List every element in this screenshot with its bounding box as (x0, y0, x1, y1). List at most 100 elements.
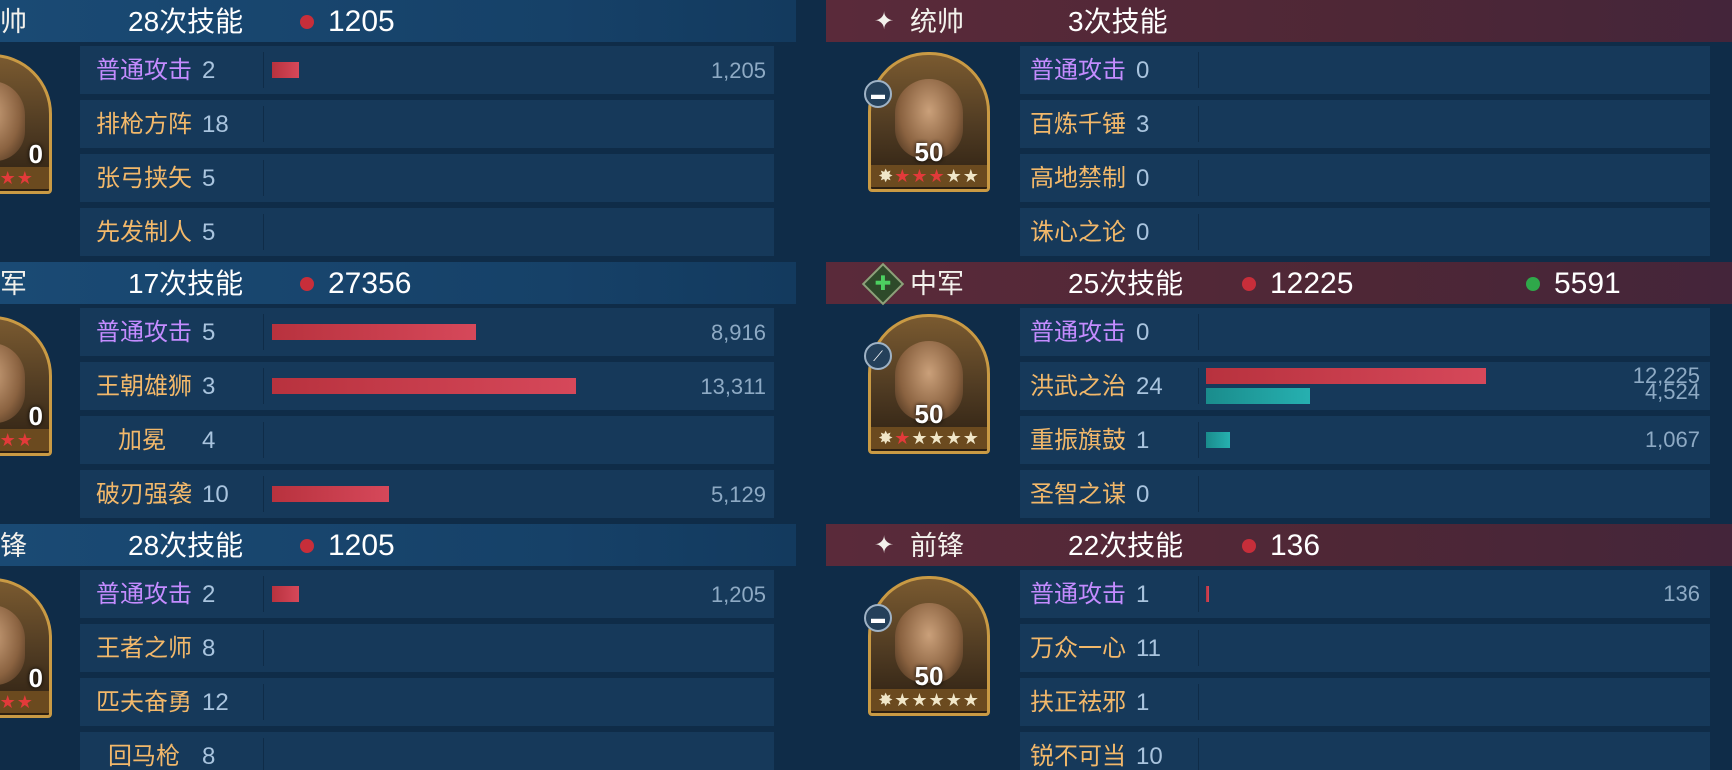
skill-row: 破刃强袭 10 5,129 (80, 470, 774, 518)
skill-row: 回马枪 8 (80, 732, 774, 770)
skill-row: 排枪方阵 18 (80, 100, 774, 148)
tank-icon: ▬ (864, 604, 892, 632)
row-divider (263, 106, 264, 142)
general-portrait[interactable]: 0★★★★★ (0, 578, 52, 718)
skill-row: 百炼千锤 3 (1020, 100, 1710, 148)
skill-name: 破刃强袭 (96, 481, 192, 508)
damage-total: 1205 (300, 0, 395, 42)
star-icon: ★ (945, 428, 963, 448)
general-level: 0 (28, 139, 43, 169)
skill-use-count: 1 (1136, 427, 1150, 454)
damage-total-value: 27356 (328, 267, 412, 300)
skill-use-count: 5 (202, 165, 216, 192)
star-icon: ★ (16, 430, 34, 450)
general-portrait[interactable]: 50 ✸★★★★★ (868, 52, 990, 192)
skill-use-count: 2 (202, 57, 216, 84)
skill-use-count: 5 (202, 219, 216, 246)
skill-name: 回马枪 (108, 743, 180, 770)
skill-row: 普通攻击 5 8,916 (80, 308, 774, 356)
skill-row: 普通攻击 2 1,205 (80, 46, 774, 94)
row-divider (263, 738, 264, 770)
damage-value: 1,205 (710, 582, 766, 607)
star-rating: ✸★★★★★ (871, 165, 987, 187)
general-portrait[interactable]: 0★★★★★ (0, 54, 52, 194)
skill-use-count: 1 (1136, 581, 1150, 608)
star-rating: ★★★★★ (0, 429, 49, 451)
skill-row: 普通攻击 1 136 (1020, 570, 1710, 618)
attack-skill-name: 普通攻击 (1030, 319, 1126, 346)
star-icon: ★ (894, 690, 912, 710)
damage-total-value: 1205 (328, 5, 395, 38)
star-icon: ★ (962, 428, 980, 448)
skill-name: 诛心之论 (1030, 219, 1126, 246)
skill-name: 扶正祛邪 (1030, 689, 1126, 716)
damage-value: 8,916 (710, 320, 766, 345)
skill-count: 3次技能 (1068, 6, 1168, 37)
rank-emblem-icon: ✸ (878, 690, 895, 710)
skill-use-count: 12 (202, 689, 229, 716)
skill-count: 28次技能 (128, 6, 244, 37)
skill-name: 高地禁制 (1030, 165, 1126, 192)
general-portrait[interactable]: 0★★★★★ (0, 316, 52, 456)
general-portrait[interactable]: 50 ✸★★★★★ (868, 576, 990, 716)
damage-bar (272, 378, 576, 394)
skill-name: 王朝雄狮 (96, 373, 192, 400)
skill-use-count: 3 (202, 373, 216, 400)
left-team-panel: 帅28次技能12050★★★★★普通攻击21,205排枪方阵18张弓挟矢5先发制… (0, 0, 796, 770)
general-level: 0 (28, 663, 43, 693)
skill-name: 百炼千锤 (1030, 111, 1126, 138)
row-divider (1198, 214, 1199, 250)
heal-value: 4,524 (1644, 379, 1700, 404)
skill-use-count: 4 (202, 427, 216, 454)
row-divider (1198, 738, 1199, 770)
skill-row: 洪武之治 24 12,225 4,524 (1020, 362, 1710, 410)
skill-row: 普通攻击 0 (1020, 308, 1710, 356)
star-icon: ★ (0, 692, 17, 712)
row-divider (263, 422, 264, 458)
damage-dot-icon (300, 539, 314, 553)
star-icon: ★ (945, 690, 963, 710)
row-divider (1198, 576, 1199, 612)
skill-count: 17次技能 (128, 268, 244, 299)
star-rating: ★★★★★ (0, 167, 49, 189)
skill-row: 张弓挟矢 5 (80, 154, 774, 202)
skill-use-count: 10 (1136, 743, 1163, 770)
row-divider (263, 160, 264, 196)
skill-name: 锐不可当 (1030, 743, 1126, 770)
general-level: 50 (914, 661, 944, 691)
row-divider (1198, 52, 1199, 88)
damage-total: 136 (1242, 524, 1320, 566)
skill-count: 25次技能 (1068, 268, 1184, 299)
row-divider (1198, 630, 1199, 666)
row-divider (263, 684, 264, 720)
damage-total-value: 12225 (1270, 267, 1354, 300)
skill-use-count: 8 (202, 743, 216, 770)
skill-use-count: 0 (1136, 481, 1150, 508)
role-label: 锋 (0, 531, 27, 561)
star-icon: ★ (945, 166, 963, 186)
damage-total: 12225 (1242, 262, 1353, 304)
damage-value: 5,129 (710, 482, 766, 507)
rifle-icon: ⟋ (864, 342, 892, 370)
heal-bar (1206, 432, 1230, 448)
skill-name: 王者之师 (96, 635, 192, 662)
skill-use-count: 0 (1136, 57, 1150, 84)
right-team-panel: ✦ 统帅 3次技能 50 ✸★★★★★ ▬ 普通攻击 0 百炼千锤 3 高地禁制 0 诛心之论 0 ✚ 中军 2… (826, 0, 1732, 770)
skill-name: 张弓挟矢 (96, 165, 192, 192)
star-icon: ★ (911, 690, 929, 710)
heal-total-value: 5591 (1554, 267, 1621, 300)
heal-cross-icon: ✚ (861, 262, 905, 306)
star-icon: ★ (16, 168, 34, 188)
sparkle-icon: ✦ (874, 8, 895, 35)
skill-row: 高地禁制 0 (1020, 154, 1710, 202)
row-divider (1198, 476, 1199, 512)
row-divider (1198, 106, 1199, 142)
right-section-header: ✦ 前锋 22次技能 136 (826, 524, 1732, 566)
general-level: 50 (914, 399, 944, 429)
star-icon: ★ (911, 166, 929, 186)
general-portrait[interactable]: 50 ✸★★★★★ (868, 314, 990, 454)
sparkle-icon: ✦ (874, 532, 895, 559)
attack-skill-name: 普通攻击 (96, 581, 192, 608)
damage-total-value: 136 (1270, 529, 1321, 562)
general-level: 50 (914, 137, 944, 167)
